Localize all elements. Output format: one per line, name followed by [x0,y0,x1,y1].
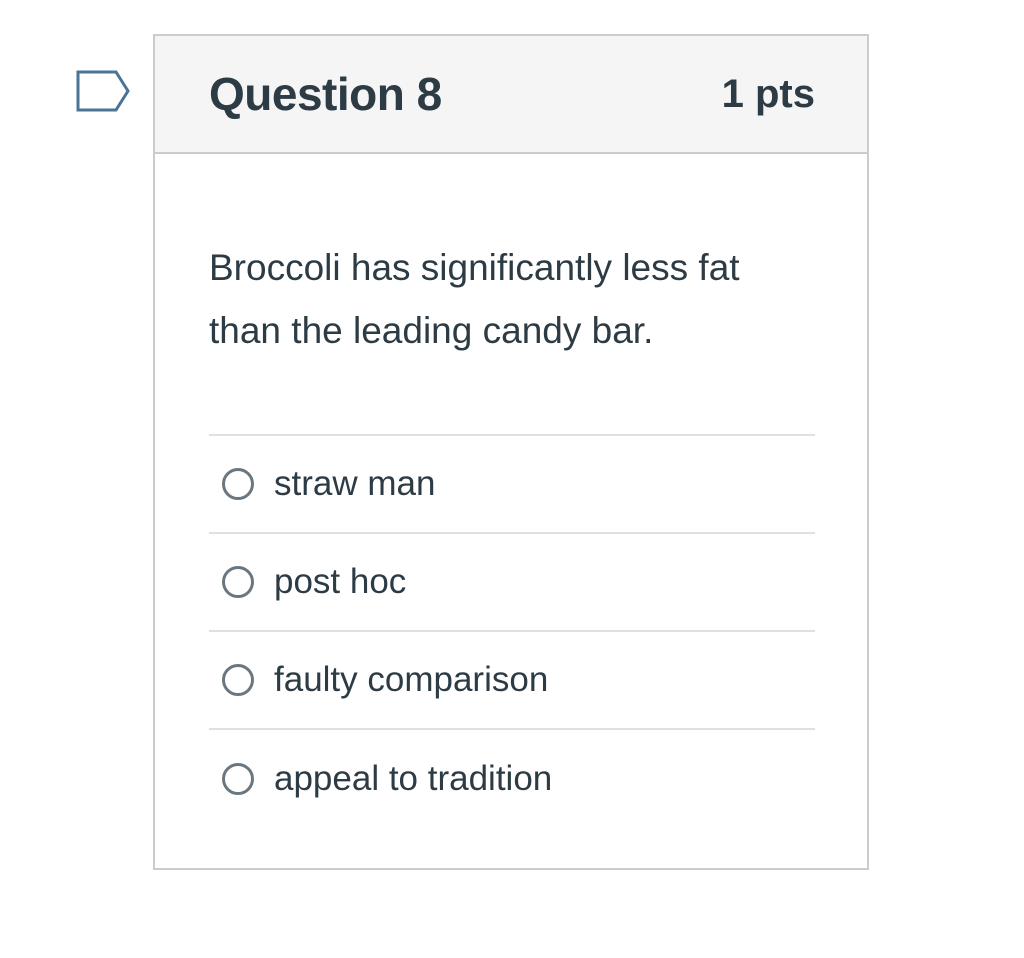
question-body: Broccoli has significantly less fat than… [155,236,867,828]
answer-label: post hoc [274,562,407,601]
flag-outline-icon [76,70,132,114]
question-title: Question 8 [209,68,442,120]
answer-label: straw man [274,464,436,503]
radio-button[interactable] [222,468,254,500]
answer-option-straw-man[interactable]: straw man [209,436,815,534]
answer-option-faulty-comparison[interactable]: faulty comparison [209,632,815,730]
answer-list: straw man post hoc faulty comparison app… [209,434,815,828]
question-card: Question 8 1 pts Broccoli has significan… [153,34,869,870]
radio-button[interactable] [222,664,254,696]
question-points: 1 pts [721,71,815,116]
answer-label: faulty comparison [274,660,549,699]
radio-button[interactable] [222,566,254,598]
question-text: Broccoli has significantly less fat than… [209,247,740,351]
answer-label: appeal to tradition [274,759,553,798]
answer-option-post-hoc[interactable]: post hoc [209,534,815,632]
question-header: Question 8 1 pts [155,36,867,154]
answer-option-appeal-to-tradition[interactable]: appeal to tradition [209,730,815,828]
radio-button[interactable] [222,763,254,795]
flag-question-button[interactable] [76,70,132,114]
